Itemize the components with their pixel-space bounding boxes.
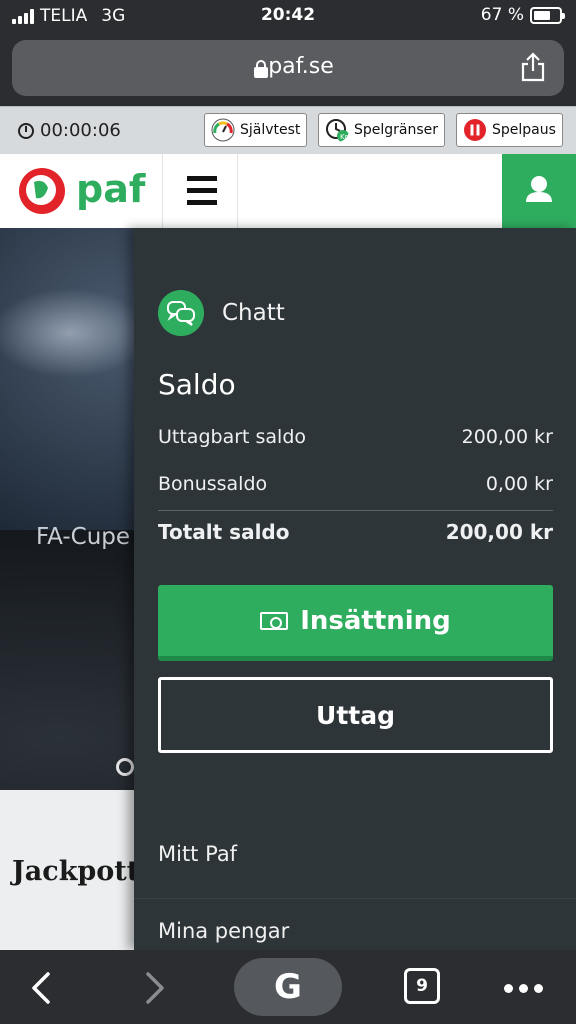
tab-count: 9 bbox=[416, 976, 428, 996]
menu-item-label: Mina pengar bbox=[158, 919, 290, 943]
self-test-button[interactable]: Självtest bbox=[204, 113, 308, 147]
money-icon bbox=[260, 611, 289, 630]
session-timer-value: 00:00:06 bbox=[40, 120, 121, 141]
total-balance-row: Totalt saldo 200,00 kr bbox=[158, 520, 553, 544]
total-balance-value: 200,00 kr bbox=[445, 520, 553, 544]
browser-address-area: paf.se bbox=[0, 34, 576, 106]
game-pause-label: Spelpaus bbox=[492, 122, 556, 138]
user-icon bbox=[526, 176, 552, 202]
hamburger-line bbox=[187, 176, 217, 181]
self-test-label: Självtest bbox=[240, 122, 301, 138]
jackpot-heading: Jackpott bbox=[12, 856, 140, 887]
game-pause-button[interactable]: Spelpaus bbox=[456, 113, 563, 147]
withdraw-label: Uttag bbox=[316, 700, 395, 730]
battery-percentage: 67 % bbox=[480, 5, 524, 25]
google-icon: G bbox=[274, 967, 302, 1007]
svg-text:Kr: Kr bbox=[340, 133, 348, 141]
logo-text: paf bbox=[76, 167, 146, 211]
back-arrow-icon[interactable] bbox=[28, 970, 58, 1006]
chat-label: Chatt bbox=[222, 300, 285, 326]
bonus-balance-value: 0,00 kr bbox=[485, 473, 553, 495]
battery-icon bbox=[530, 6, 565, 24]
site-header: paf bbox=[0, 154, 576, 228]
bonus-balance-label: Bonussaldo bbox=[158, 473, 268, 495]
battery-fill bbox=[534, 10, 551, 20]
timer-icon bbox=[18, 122, 34, 139]
deposit-button[interactable]: Insättning bbox=[158, 585, 553, 661]
stadium-lights bbox=[0, 288, 150, 378]
account-button[interactable] bbox=[502, 154, 576, 228]
share-icon[interactable] bbox=[520, 52, 546, 82]
browser-toolbar: G 9 bbox=[0, 950, 576, 1024]
google-search-button[interactable]: G bbox=[234, 958, 342, 1016]
menu-button[interactable] bbox=[162, 154, 238, 228]
paf-logo[interactable]: paf bbox=[14, 164, 154, 218]
menu-item-my-money[interactable]: Mina pengar bbox=[134, 898, 576, 950]
status-bar: TELIA 3G 20:42 67 % bbox=[0, 0, 576, 34]
hero-title: FA-Cupe bbox=[36, 524, 131, 550]
tabs-button[interactable]: 9 bbox=[404, 968, 440, 1004]
withdrawable-balance-row: Uttagbart saldo 200,00 kr bbox=[158, 426, 553, 448]
hamburger-line bbox=[187, 188, 217, 193]
carousel-indicator[interactable] bbox=[116, 758, 134, 776]
account-drawer: Chatt Saldo Uttagbart saldo 200,00 kr Bo… bbox=[134, 228, 576, 950]
balance-divider bbox=[158, 510, 553, 511]
menu-item-my-paf[interactable]: Mitt Paf bbox=[134, 822, 576, 898]
chat-link[interactable]: Chatt bbox=[158, 290, 285, 336]
balance-title: Saldo bbox=[158, 368, 236, 401]
game-limits-label: Spelgränser bbox=[354, 122, 439, 138]
forward-arrow-icon[interactable] bbox=[138, 970, 168, 1006]
status-right: 67 % bbox=[480, 5, 565, 25]
deposit-label: Insättning bbox=[300, 605, 451, 636]
responsible-gaming-bar: 00:00:06 Självtest Kr Spelgränser Spelpa… bbox=[0, 106, 576, 154]
limit-clock-icon: Kr bbox=[326, 119, 349, 142]
url-domain: paf.se bbox=[268, 54, 334, 79]
chat-icon bbox=[158, 290, 204, 336]
address-bar[interactable]: paf.se bbox=[12, 40, 564, 96]
pause-icon bbox=[464, 119, 486, 141]
bonus-balance-row: Bonussaldo 0,00 kr bbox=[158, 473, 553, 495]
withdrawable-balance-value: 200,00 kr bbox=[461, 426, 553, 448]
withdrawable-balance-label: Uttagbart saldo bbox=[158, 426, 307, 448]
more-icon[interactable] bbox=[504, 984, 543, 993]
hamburger-line bbox=[187, 200, 217, 205]
menu-item-label: Mitt Paf bbox=[158, 842, 238, 866]
game-limits-button[interactable]: Kr Spelgränser bbox=[318, 113, 446, 147]
gauge-icon bbox=[211, 118, 235, 142]
withdraw-button[interactable]: Uttag bbox=[158, 677, 553, 753]
session-timer: 00:00:06 bbox=[18, 120, 121, 141]
total-balance-label: Totalt saldo bbox=[158, 520, 290, 544]
